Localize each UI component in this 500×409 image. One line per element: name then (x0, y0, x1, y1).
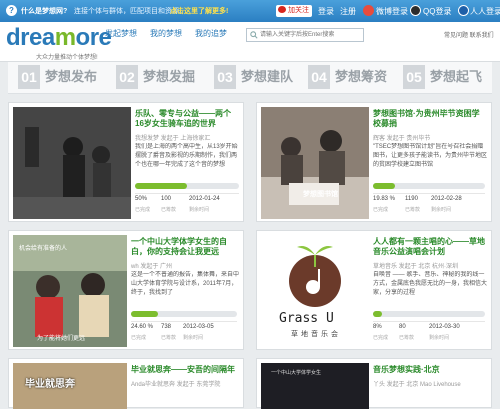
dream-meta: Anda毕业就思奔 发起于 东莞学院 (131, 382, 221, 388)
follow-label: 加关注 (288, 7, 309, 14)
weibo-icon (278, 6, 286, 13)
nav-my-dream[interactable]: 我的梦想 (150, 26, 182, 42)
search-input[interactable] (260, 30, 360, 40)
dream-meta: 草地音乐 发起于 北京 杭州·深圳 (373, 264, 458, 270)
progress-fill (373, 183, 396, 189)
dream-meta: wh 发起于 广州 (131, 264, 173, 270)
search-icon (250, 31, 258, 39)
dream-title[interactable]: 音乐梦想实践·北京 (373, 365, 487, 375)
dream-card[interactable]: 毕业就思奔 毕业就思奔——安吾的间隔年 Anda毕业就思奔 发起于 东莞学院 (8, 358, 244, 409)
photo-figures (13, 107, 131, 219)
dream-summary: "TSEC梦想图书馆计划"旨在号召社会捐赠图书，让更多孩子能读书，为贵州毕节地区… (373, 144, 487, 168)
dream-stats: 24.60 % 738 2012-03-05 已完成 已筹款 剩余时间 (131, 321, 237, 341)
learn-more-link[interactable]: 点击这里了解更多! (170, 6, 228, 16)
dream-card[interactable]: Grass U 草地音乐会 人人都有一颗主唱的心——草地音乐公益演唱会计划 草地… (256, 230, 492, 350)
weibo-login-link[interactable]: 微博登录 (376, 6, 408, 17)
nav-my-pursuit[interactable]: 我的追梦 (195, 26, 227, 42)
photo-caption-bottom: 为了能将她们更远 (37, 336, 86, 342)
dream-summary: 自唤音 —— 歌手、音乐、神秘的我的线一方式，金属底色我愿无比的一身，我相信大家… (373, 272, 487, 296)
dream-title[interactable]: 人人都有一颗主唱的心——草地音乐公益演唱会计划 (373, 237, 487, 257)
photo-caption: 一个中山大学体学女生 (271, 370, 322, 376)
progress-bar (373, 311, 485, 317)
qq-login-icon (410, 5, 421, 16)
photo-caption: 毕业就思奔 (25, 379, 75, 390)
dream-title[interactable]: 一个中山大学体学女生的自白，你的支持会让我更远 (131, 237, 239, 257)
progress-bar (373, 183, 485, 189)
qq-login-link[interactable]: QQ登录 (423, 6, 451, 17)
top-bar: ? 什么是梦想网? 连接个体与群体，匹配项目和资源。 点击这里了解更多! 加关注… (0, 0, 500, 22)
login-link[interactable]: 登录 (318, 6, 334, 17)
nav-start-dream[interactable]: 发起梦想 (105, 26, 137, 42)
dream-card[interactable]: 梦想图书馆 梦想图书馆·为贵州毕节资困学校募捐 辉客 发起于 贵州毕节 "TSE… (256, 102, 492, 222)
progress-bar (131, 311, 237, 317)
faq-links[interactable]: 常见问题 联系我们 (444, 30, 494, 39)
help-icon: ? (6, 5, 17, 16)
dream-meta: 我想发梦 发起于 上海徐家汇 (135, 136, 211, 142)
dream-title[interactable]: 乐队、零专与公益——两个16岁女生骑车追的世界 (135, 109, 239, 129)
brand-subtitle: 草地音乐会 (291, 331, 341, 338)
dream-title[interactable]: 梦想图书馆·为贵州毕节资困学校募捐 (373, 109, 487, 129)
weibo-login-icon (363, 5, 374, 16)
dream-photo: 机会给有准备的人 为了能将她们更远 (13, 235, 127, 347)
dream-photo: 梦想图书馆 (261, 107, 369, 219)
photo-caption-top: 机会给有准备的人 (19, 246, 68, 252)
register-link[interactable]: 注册 (340, 6, 356, 17)
dream-meta: 辉客 发起于 贵州毕节 (373, 136, 431, 142)
dream-photo: Grass U 草地音乐会 (261, 235, 369, 347)
weibo-follow-button[interactable]: 加关注 (276, 5, 312, 17)
dream-stats: 19.83 % 1190 2012-02-28 已完成 已筹款 剩余时间 (373, 193, 485, 213)
progress-fill (135, 183, 187, 189)
what-is-link[interactable]: 什么是梦想网? (21, 6, 67, 16)
dream-photo: 毕业就思奔 (13, 363, 127, 409)
dream-summary: 这是一个不普通的报告，集体舞，来自中山大学体育学院与设计系，2011年7月，终于… (131, 272, 239, 296)
progress-bar (135, 183, 239, 189)
dream-meta: 丫头 发起于 北京 Mao Livehouse (373, 382, 461, 388)
photo-caption: 梦想图书馆 (303, 191, 338, 198)
progress-fill (373, 311, 382, 317)
site-logo[interactable]: dreamore (6, 24, 112, 52)
renren-login-link[interactable]: 人人登录 (470, 6, 500, 17)
progress-fill (131, 311, 158, 317)
dream-card[interactable]: 乐队、零专与公益——两个16岁女生骑车追的世界 我想发梦 发起于 上海徐家汇 我… (8, 102, 244, 222)
dream-stats: 50% 100 2012-01-24 已完成 已筹款 剩余时间 (135, 193, 239, 213)
dream-title[interactable]: 毕业就思奔——安吾的间隔年 (131, 365, 239, 375)
search-box[interactable] (246, 28, 364, 42)
dream-summary: 我们是上海的两个高中生，从13岁开始摆脱了爵音及影视的乐期制作，我们两个也在哪一… (135, 144, 238, 168)
site-header: dreamore 大众力量推动个体梦想! 发起梦想 我的梦想 我的追梦 常见问题… (0, 22, 500, 62)
photo-figures (261, 107, 369, 219)
dream-card[interactable]: 一个中山大学体学女生 音乐梦想实践·北京 丫头 发起于 北京 Mao Liveh… (256, 358, 492, 409)
process-steps: 01 梦想发布 02 梦想发掘 03 梦想建队 04 梦想筹资 05 梦想起飞 (8, 62, 492, 94)
dream-photo: 一个中山大学体学女生 (261, 363, 369, 409)
slogan: 大众力量推动个体梦想! (36, 55, 98, 61)
dream-photo (13, 107, 131, 219)
brand-text: Grass U (279, 311, 334, 326)
dream-stats: 8% 80 2012-03-30 已完成 已筹款 剩余时间 (373, 321, 485, 341)
renren-login-icon (458, 5, 469, 16)
dream-card[interactable]: 机会给有准备的人 为了能将她们更远 一个中山大学体学女生的自白，你的支持会让我更… (8, 230, 244, 350)
